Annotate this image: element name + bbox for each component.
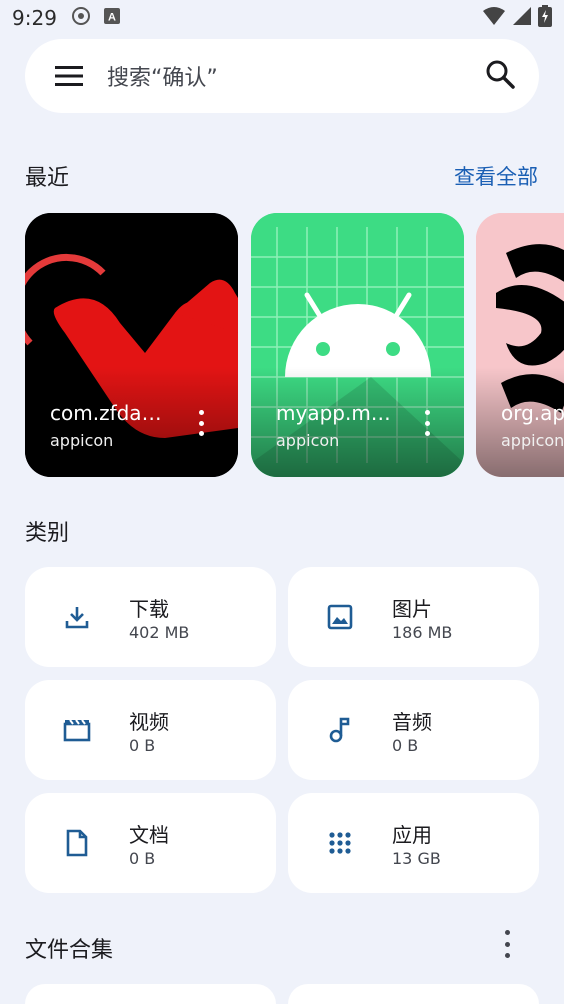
wifi-icon [482, 6, 506, 30]
category-name: 音频 [392, 710, 432, 734]
card-title: com.zfda… [50, 401, 162, 425]
image-icon [324, 601, 356, 633]
menu-icon[interactable] [53, 60, 85, 92]
category-name: 视频 [129, 710, 169, 734]
category-tile-videos[interactable]: 视频 0 B [25, 680, 276, 780]
collection-tile-1[interactable] [25, 984, 276, 1004]
recent-section-title: 最近 [25, 166, 70, 191]
card-subtitle: appicon [50, 431, 114, 450]
document-icon [61, 827, 93, 859]
category-tile-audio[interactable]: 音频 0 B [288, 680, 539, 780]
category-size: 0 B [129, 736, 156, 755]
categories-section-title: 类别 [25, 521, 70, 546]
category-tile-images[interactable]: 图片 186 MB [288, 567, 539, 667]
search-input[interactable]: 搜索“确认” [107, 60, 485, 92]
category-name: 下载 [129, 597, 169, 621]
apps-grid-icon [324, 827, 356, 859]
search-bar[interactable]: 搜索“确认” [25, 39, 539, 113]
collection-tile-2[interactable] [288, 984, 539, 1004]
category-size: 402 MB [129, 623, 190, 642]
category-size: 0 B [129, 849, 156, 868]
recent-card-2[interactable]: myapp.m… appicon [251, 213, 464, 477]
download-icon [61, 601, 93, 633]
category-name: 应用 [392, 823, 432, 847]
media-notification-icon [71, 6, 91, 30]
music-note-icon [324, 714, 356, 746]
keyboard-notification-icon: A [103, 7, 121, 29]
card-more-options-icon[interactable] [419, 410, 435, 436]
signal-icon [512, 6, 532, 30]
status-time: 9:29 [12, 6, 57, 30]
collections-more-options-icon[interactable] [499, 930, 515, 958]
collections-section-title: 文件合集 [25, 938, 114, 963]
category-tile-apps[interactable]: 应用 13 GB [288, 793, 539, 893]
card-subtitle: appicon [501, 431, 564, 450]
card-title: org.ap [501, 401, 564, 425]
category-name: 文档 [129, 823, 169, 847]
card-more-options-icon[interactable] [193, 410, 209, 436]
category-size: 13 GB [392, 849, 441, 868]
battery-icon [538, 5, 552, 31]
card-title: myapp.m… [276, 401, 391, 425]
category-size: 186 MB [392, 623, 453, 642]
view-all-link[interactable]: 查看全部 [454, 161, 538, 191]
recent-files-row: com.zfda… appicon myapp.m… appicon org.a… [25, 213, 564, 477]
recent-card-3[interactable]: org.ap appicon [476, 213, 564, 477]
recent-card-1[interactable]: com.zfda… appicon [25, 213, 238, 477]
svg-text:A: A [108, 12, 116, 24]
category-size: 0 B [392, 736, 419, 755]
category-tile-downloads[interactable]: 下载 402 MB [25, 567, 276, 667]
category-name: 图片 [392, 597, 432, 621]
search-icon[interactable] [485, 59, 515, 93]
category-tile-documents[interactable]: 文档 0 B [25, 793, 276, 893]
card-subtitle: appicon [276, 431, 340, 450]
video-icon [61, 714, 93, 746]
status-bar: 9:29 A [0, 0, 564, 36]
